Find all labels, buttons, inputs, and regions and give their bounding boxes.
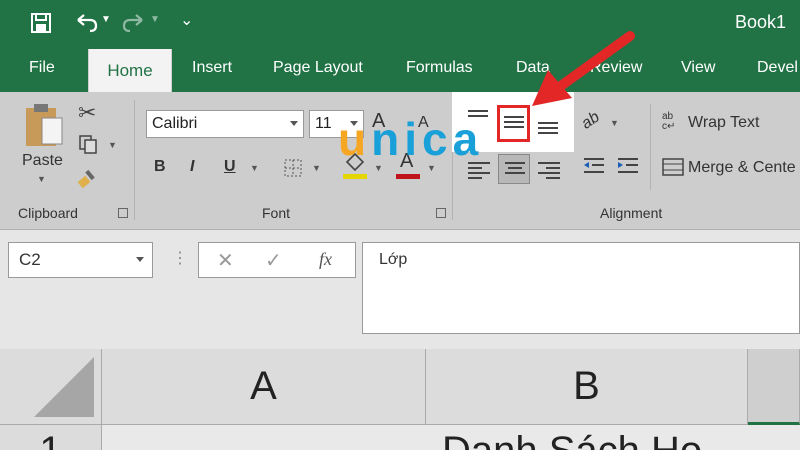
tab-insert[interactable]: Insert [192, 59, 232, 77]
undo-dropdown-icon[interactable]: ▼ [101, 14, 111, 25]
center-align-icon [505, 162, 525, 177]
paste-dropdown-icon[interactable]: ▼ [37, 174, 46, 184]
decrease-indent-icon[interactable] [582, 156, 606, 176]
more-options-icon: ⋮ [172, 250, 188, 267]
font-launcher-icon[interactable] [436, 208, 446, 218]
ribbon-tabs: File Home Insert Page Layout Formulas Da… [0, 46, 800, 92]
insert-function-icon[interactable]: fx [319, 249, 332, 270]
tab-developer[interactable]: Devel [757, 59, 798, 77]
select-all-corner[interactable] [0, 349, 102, 425]
merge-center-button[interactable]: Merge & Cente [688, 159, 796, 177]
format-painter-icon[interactable] [78, 168, 100, 188]
column-header-b[interactable]: B [426, 349, 748, 425]
font-group-label: Font [262, 205, 291, 221]
italic-button[interactable]: I [190, 158, 194, 176]
alignment-group-label: Alignment [600, 205, 663, 221]
cut-icon[interactable]: ✂ [78, 100, 96, 126]
tab-page-layout[interactable]: Page Layout [273, 59, 363, 77]
tab-file[interactable]: File [29, 59, 55, 77]
paste-icon[interactable] [24, 102, 64, 148]
font-color-swatch [396, 174, 420, 179]
center-align-button[interactable] [498, 154, 530, 184]
formula-bar-input[interactable]: Lớp [362, 242, 800, 334]
bold-button[interactable]: B [154, 158, 166, 176]
enter-icon[interactable]: ✓ [265, 248, 282, 273]
align-right-icon[interactable] [538, 162, 560, 182]
red-arrow-icon [532, 31, 635, 106]
clipboard-launcher-icon[interactable] [118, 208, 128, 218]
formula-controls: ✕ ✓ fx [198, 242, 356, 278]
cell-b1[interactable]: Danh Sách Ho [442, 425, 702, 450]
merge-center-icon [662, 158, 684, 176]
clipboard-group-label: Clipboard [18, 205, 78, 221]
copy-icon[interactable] [78, 134, 98, 154]
tab-view[interactable]: View [681, 59, 715, 77]
increase-indent-icon[interactable] [616, 156, 640, 176]
title-bar: ▼ ▼ ⌄ Book1 [0, 0, 800, 46]
tab-home[interactable]: Home [88, 49, 172, 92]
underline-button[interactable]: U [224, 158, 236, 176]
workbook-title: Book1 [735, 12, 787, 32]
wrap-text-icon: ab c↵ [662, 111, 676, 132]
font-name-select[interactable]: Calibri [146, 110, 304, 138]
align-left-icon[interactable] [468, 162, 490, 182]
save-icon[interactable] [30, 12, 52, 34]
copy-dropdown-icon[interactable]: ▼ [108, 140, 117, 150]
column-header-c[interactable] [748, 349, 800, 425]
tab-formulas[interactable]: Formulas [406, 59, 473, 77]
wrap-text-button[interactable]: Wrap Text [688, 114, 759, 132]
paste-button[interactable]: Paste [22, 152, 63, 170]
redo-dropdown-icon: ▼ [150, 14, 160, 25]
row-header-1[interactable]: 1 [0, 425, 102, 450]
name-box[interactable]: C2 [8, 242, 153, 278]
borders-dropdown-icon[interactable]: ▼ [312, 163, 321, 173]
bottom-align-icon[interactable] [538, 122, 558, 137]
underline-dropdown-icon[interactable]: ▼ [250, 163, 259, 173]
cancel-icon[interactable]: ✕ [217, 248, 234, 273]
undo-icon[interactable] [74, 12, 98, 34]
column-header-a[interactable]: A [102, 349, 426, 425]
customize-qat-icon[interactable]: ⌄ [180, 10, 193, 30]
unica-watermark: unica [338, 113, 484, 165]
borders-icon[interactable] [283, 158, 303, 178]
redo-icon [122, 14, 143, 33]
